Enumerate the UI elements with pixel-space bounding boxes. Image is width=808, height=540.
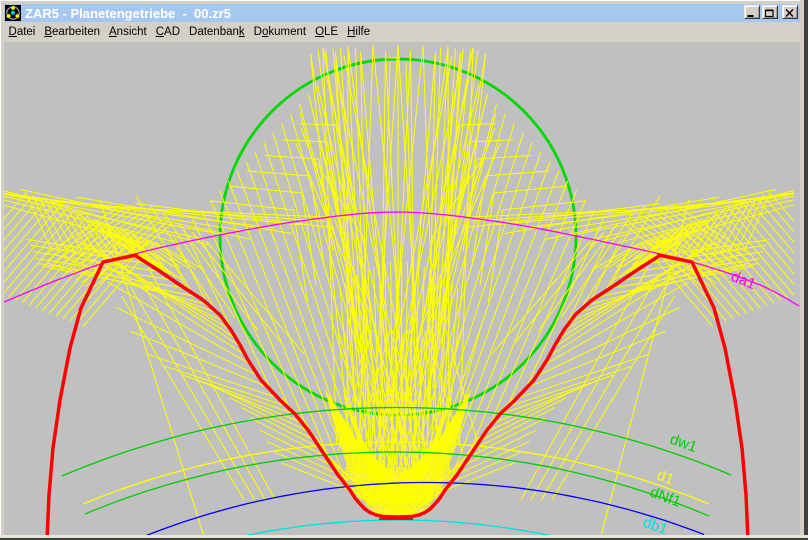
svg-text:db1: db1 bbox=[641, 514, 670, 536]
svg-text:dNf1: dNf1 bbox=[648, 484, 684, 511]
